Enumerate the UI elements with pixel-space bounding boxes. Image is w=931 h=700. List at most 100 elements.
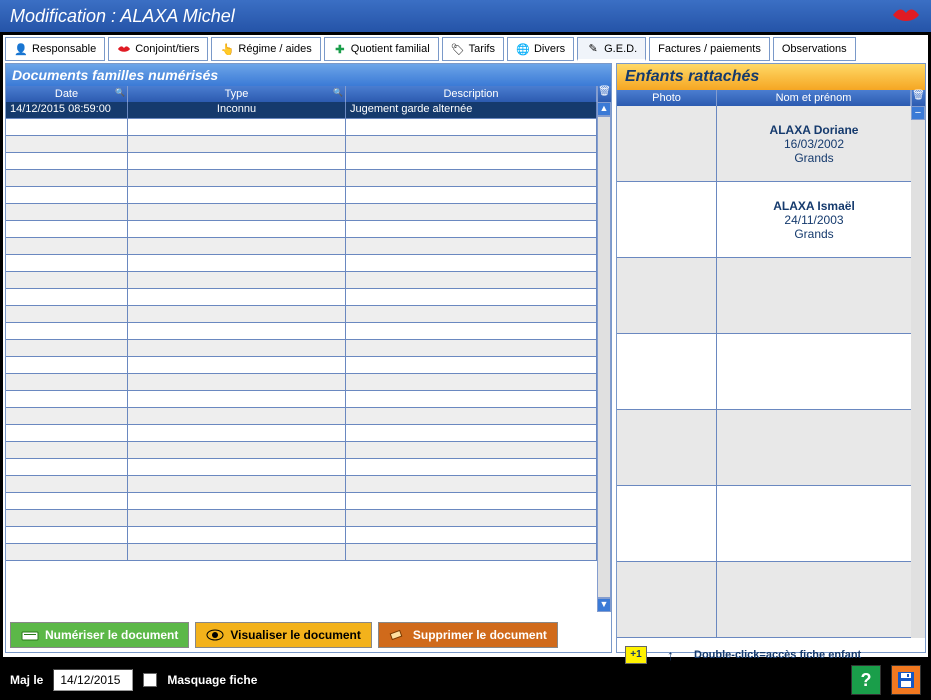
table-row[interactable] <box>6 238 597 255</box>
col-photo[interactable]: Photo <box>617 90 717 106</box>
table-row[interactable] <box>6 425 597 442</box>
table-row[interactable] <box>6 272 597 289</box>
delete-button[interactable]: Supprimer le document <box>378 622 558 648</box>
child-row[interactable] <box>617 334 911 410</box>
table-row[interactable] <box>6 204 597 221</box>
documents-buttons: Numériser le document Visualiser le docu… <box>6 612 611 652</box>
person-icon: 👤 <box>14 42 28 56</box>
col-date[interactable]: Date🔍 <box>6 86 128 102</box>
children-table-header: Photo Nom et prénom <box>617 90 911 106</box>
table-row[interactable] <box>6 306 597 323</box>
eye-icon <box>206 628 224 642</box>
child-row[interactable]: ALAXA Ismaël 24/11/2003 Grands <box>617 182 911 258</box>
table-row[interactable] <box>6 391 597 408</box>
scan-button[interactable]: Numériser le document <box>10 622 189 648</box>
hand-icon: 👆 <box>220 42 234 56</box>
child-row[interactable] <box>617 486 911 562</box>
tab-regime[interactable]: 👆 Régime / aides <box>211 37 320 61</box>
table-row[interactable] <box>6 187 597 204</box>
help-button[interactable]: ? <box>851 665 881 695</box>
floppy-icon <box>897 671 915 689</box>
child-row[interactable] <box>617 410 911 486</box>
tab-label: Factures / paiements <box>658 43 761 55</box>
lips-icon <box>117 42 131 56</box>
table-row[interactable] <box>6 340 597 357</box>
trash-icon[interactable]: 🗑 <box>911 90 925 106</box>
documents-table: Date🔍 Type🔍 Description 🗑 14/12/2015 08:… <box>6 86 611 612</box>
documents-panel: Documents familles numérisés Date🔍 Type🔍… <box>5 63 612 653</box>
content-area: 👤 Responsable Conjoint/tiers 👆 Régime / ai… <box>0 32 931 660</box>
main-columns: Documents familles numérisés Date🔍 Type🔍… <box>5 63 926 653</box>
children-hint: Double-click=accès fiche enfant <box>694 649 861 661</box>
table-row[interactable] <box>6 221 597 238</box>
scroll-down-icon[interactable]: ▼ <box>597 598 611 612</box>
table-row[interactable] <box>6 408 597 425</box>
tab-ged[interactable]: ✎G.E.D. <box>577 37 646 61</box>
child-date: 16/03/2002 <box>784 137 844 151</box>
tab-observations[interactable]: Observations <box>773 37 856 61</box>
children-title: Enfants rattachés <box>617 64 925 90</box>
documents-title: Documents familles numérisés <box>6 64 611 86</box>
child-row[interactable]: ALAXA Doriane 16/03/2002 Grands <box>617 106 911 182</box>
table-row[interactable] <box>6 153 597 170</box>
titlebar: Modification : ALAXA Michel <box>0 0 931 32</box>
child-name: ALAXA Doriane <box>770 123 859 137</box>
child-info: ALAXA Doriane 16/03/2002 Grands <box>717 106 911 181</box>
collapse-icon[interactable]: − <box>911 106 925 120</box>
signature-icon: ✎ <box>586 42 600 56</box>
sort-icon: 🔍 <box>115 88 125 97</box>
col-name[interactable]: Nom et prénom <box>717 90 911 106</box>
scroll-up-icon[interactable]: ▲ <box>597 102 611 116</box>
view-button[interactable]: Visualiser le document <box>195 622 372 648</box>
button-label: Supprimer le document <box>413 628 547 642</box>
tab-divers[interactable]: 🌐Divers <box>507 37 574 61</box>
table-row[interactable] <box>6 289 597 306</box>
table-row[interactable] <box>6 255 597 272</box>
children-table-body: ALAXA Doriane 16/03/2002 Grands ALAXA Is… <box>617 106 925 638</box>
sort-icon: 🔍 <box>333 88 343 97</box>
table-row[interactable] <box>6 357 597 374</box>
table-row[interactable] <box>6 442 597 459</box>
tab-quotient[interactable]: ✚Quotient familial <box>324 37 439 61</box>
documents-table-body[interactable]: 14/12/2015 08:59:00 Inconnu Jugement gar… <box>6 102 597 612</box>
child-row[interactable] <box>617 258 911 334</box>
tab-label: Régime / aides <box>238 43 311 55</box>
scroll-track[interactable] <box>597 116 611 598</box>
documents-table-wrap: Date🔍 Type🔍 Description 🗑 14/12/2015 08:… <box>6 86 611 612</box>
save-button[interactable] <box>891 665 921 695</box>
table-row[interactable] <box>6 544 597 561</box>
child-date: 24/11/2003 <box>784 213 843 227</box>
col-description[interactable]: Description <box>346 86 597 102</box>
mask-checkbox[interactable] <box>143 673 157 687</box>
table-row[interactable] <box>6 510 597 527</box>
table-row[interactable] <box>6 476 597 493</box>
add-child-button[interactable]: +1 <box>625 646 647 664</box>
table-row[interactable] <box>6 170 597 187</box>
arrow-up-icon: ↑ <box>667 647 674 663</box>
table-row[interactable] <box>6 119 597 136</box>
tab-conjoint[interactable]: Conjoint/tiers <box>108 37 208 61</box>
child-row[interactable] <box>617 562 911 638</box>
child-group: Grands <box>794 227 833 241</box>
inner-panel: 👤 Responsable Conjoint/tiers 👆 Régime / ai… <box>3 35 928 657</box>
table-row[interactable] <box>6 136 597 153</box>
tab-tarifs[interactable]: 🏷 Tarifs <box>442 37 504 61</box>
table-row[interactable] <box>6 527 597 544</box>
tag-icon: 🏷 <box>451 42 465 56</box>
children-panel: Enfants rattachés Photo Nom et prénom 🗑 … <box>616 63 926 653</box>
col-type[interactable]: Type🔍 <box>128 86 346 102</box>
globe-icon: 🌐 <box>516 42 530 56</box>
table-row[interactable] <box>6 374 597 391</box>
table-row[interactable] <box>6 493 597 510</box>
maj-date-input[interactable] <box>53 669 133 691</box>
table-row[interactable]: 14/12/2015 08:59:00 Inconnu Jugement gar… <box>6 102 597 119</box>
table-row[interactable] <box>6 459 597 476</box>
tab-label: Responsable <box>32 43 96 55</box>
table-row[interactable] <box>6 323 597 340</box>
tab-label: Tarifs <box>469 43 495 55</box>
tab-responsable[interactable]: 👤 Responsable <box>5 37 105 61</box>
tab-factures[interactable]: Factures / paiements <box>649 37 770 61</box>
scrollbar[interactable]: ▲ ▼ <box>597 102 611 612</box>
children-scrollbar[interactable]: − <box>911 106 925 638</box>
trash-icon[interactable]: 🗑 <box>597 86 611 102</box>
